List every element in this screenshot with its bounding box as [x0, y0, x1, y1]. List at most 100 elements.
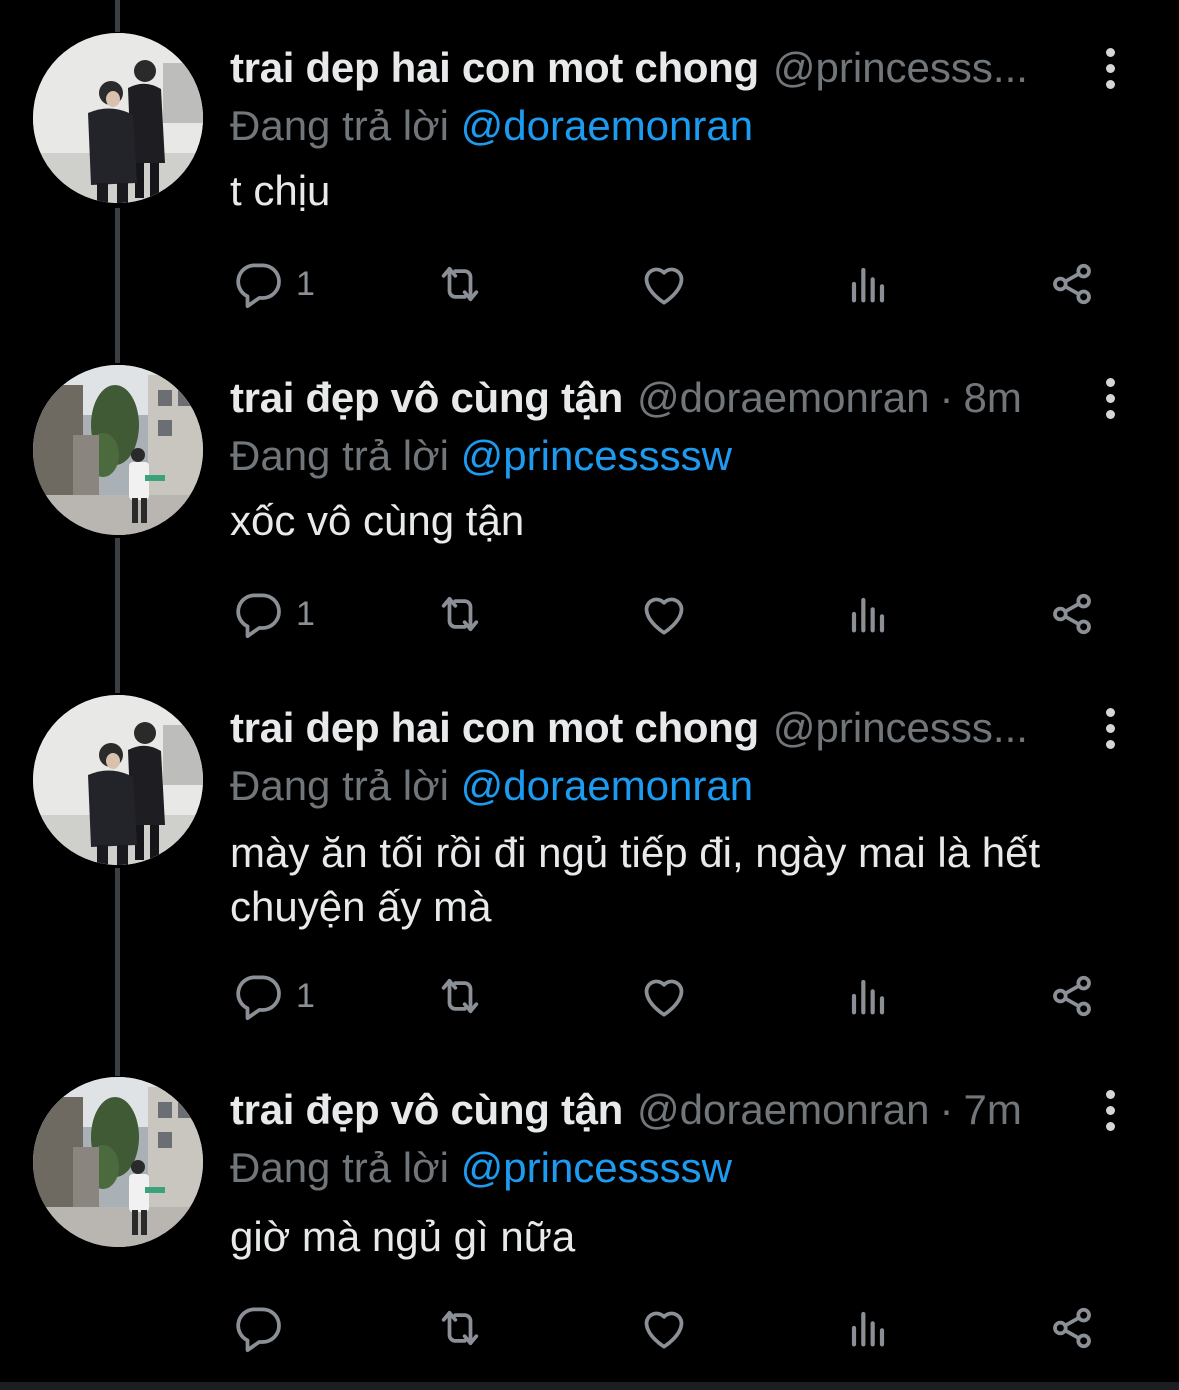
reply-button[interactable]: 1: [230, 584, 315, 644]
tweet-actions: 1: [230, 584, 1110, 644]
mention-link[interactable]: @doraemonran: [461, 762, 753, 809]
tweet-text: mày ăn tối rồi đi ngủ tiếp đi, ngày mai …: [230, 829, 1041, 930]
reply-button[interactable]: 1: [230, 966, 315, 1026]
profile-photo-icon: [33, 1077, 203, 1247]
retweet-button[interactable]: [432, 966, 488, 1026]
more-options-button[interactable]: [1090, 38, 1130, 98]
more-dots-icon: [1105, 47, 1115, 57]
tweet-text: t chịu: [230, 167, 331, 214]
heart-icon: [636, 968, 692, 1024]
avatar[interactable]: [33, 695, 203, 865]
display-name[interactable]: trai đẹp vô cùng tận: [230, 368, 623, 428]
views-button[interactable]: [840, 584, 896, 644]
views-icon: [840, 256, 896, 312]
avatar[interactable]: [33, 365, 203, 535]
username-handle[interactable]: @princesss...: [773, 38, 1028, 98]
display-name[interactable]: trai dep hai con mot chong: [230, 698, 759, 758]
display-name[interactable]: trai dep hai con mot chong: [230, 38, 759, 98]
share-icon: [1044, 586, 1100, 642]
heart-icon: [636, 1300, 692, 1356]
tweet-actions: [230, 1298, 1110, 1358]
tweet-header: trai đẹp vô cùng tận @doraemonran · 7m: [230, 1080, 1070, 1140]
replying-to: Đang trả lời @princessssw: [230, 426, 732, 486]
share-icon: [1044, 256, 1100, 312]
username-handle[interactable]: @princesss...: [773, 698, 1028, 758]
more-dots-icon: [1105, 377, 1115, 387]
reply-icon: [230, 968, 286, 1024]
dot-separator: ·: [939, 1086, 954, 1133]
replying-to-label: Đang trả lời: [230, 432, 449, 479]
retweet-icon: [432, 256, 488, 312]
replying-to: Đang trả lời @princessssw: [230, 1138, 732, 1198]
thread-line: [115, 538, 120, 693]
share-icon: [1044, 1300, 1100, 1356]
more-options-button[interactable]: [1090, 698, 1130, 758]
retweet-icon: [432, 1300, 488, 1356]
like-button[interactable]: [636, 584, 692, 644]
tweet-header: trai dep hai con mot chong @princesss...: [230, 698, 1070, 758]
profile-photo-icon: [33, 695, 203, 865]
share-button[interactable]: [1044, 584, 1100, 644]
avatar[interactable]: [33, 33, 203, 203]
retweet-button[interactable]: [432, 1298, 488, 1358]
retweet-icon: [432, 968, 488, 1024]
share-button[interactable]: [1044, 966, 1100, 1026]
mention-link[interactable]: @doraemonran: [461, 102, 753, 149]
dot-separator: ·: [939, 374, 954, 421]
reply-icon: [230, 256, 286, 312]
more-options-button[interactable]: [1090, 368, 1130, 428]
more-options-button[interactable]: [1090, 1080, 1130, 1140]
thread-line: [115, 208, 120, 363]
avatar[interactable]: [33, 1077, 203, 1247]
retweet-button[interactable]: [432, 584, 488, 644]
timestamp[interactable]: 7m: [964, 1080, 1022, 1140]
retweet-button[interactable]: [432, 254, 488, 314]
reply-button[interactable]: [230, 1298, 296, 1358]
tweet-text: xốc vô cùng tận: [230, 497, 525, 544]
views-icon: [840, 586, 896, 642]
mention-link[interactable]: @princessssw: [461, 1144, 732, 1191]
views-button[interactable]: [840, 1298, 896, 1358]
replying-to-label: Đang trả lời: [230, 102, 449, 149]
username-handle[interactable]: @doraemonran: [637, 1080, 929, 1140]
share-button[interactable]: [1044, 1298, 1100, 1358]
mention-link[interactable]: @princessssw: [461, 432, 732, 479]
profile-photo-icon: [33, 365, 203, 535]
profile-photo-icon: [33, 33, 203, 203]
views-icon: [840, 1300, 896, 1356]
reply-count: 1: [296, 264, 315, 303]
thread-line: [115, 0, 120, 32]
more-dots-icon: [1105, 707, 1115, 717]
tweet-actions: 1: [230, 966, 1110, 1026]
share-button[interactable]: [1044, 254, 1100, 314]
views-icon: [840, 968, 896, 1024]
like-button[interactable]: [636, 1298, 692, 1358]
reply-icon: [230, 1300, 286, 1356]
thread-line: [115, 868, 120, 1076]
replying-to: Đang trả lời @doraemonran: [230, 756, 753, 816]
views-button[interactable]: [840, 254, 896, 314]
retweet-icon: [432, 586, 488, 642]
tweet-text: giờ mà ngủ gì nữa: [230, 1213, 576, 1260]
more-dots-icon: [1105, 1089, 1115, 1099]
display-name[interactable]: trai đẹp vô cùng tận: [230, 1080, 623, 1140]
tweet-actions: 1: [230, 254, 1110, 314]
bottom-divider: [0, 1382, 1179, 1390]
timestamp[interactable]: 8m: [964, 368, 1022, 428]
like-button[interactable]: [636, 254, 692, 314]
reply-icon: [230, 586, 286, 642]
like-button[interactable]: [636, 966, 692, 1026]
tweet-header: trai dep hai con mot chong @princesss...: [230, 38, 1070, 98]
replying-to: Đang trả lời @doraemonran: [230, 96, 753, 156]
heart-icon: [636, 256, 692, 312]
share-icon: [1044, 968, 1100, 1024]
username-handle[interactable]: @doraemonran: [637, 368, 929, 428]
reply-count: 1: [296, 594, 315, 633]
reply-button[interactable]: 1: [230, 254, 315, 314]
replying-to-label: Đang trả lời: [230, 1144, 449, 1191]
tweet-header: trai đẹp vô cùng tận @doraemonran · 8m: [230, 368, 1070, 428]
heart-icon: [636, 586, 692, 642]
replying-to-label: Đang trả lời: [230, 762, 449, 809]
reply-count: 1: [296, 976, 315, 1015]
views-button[interactable]: [840, 966, 896, 1026]
